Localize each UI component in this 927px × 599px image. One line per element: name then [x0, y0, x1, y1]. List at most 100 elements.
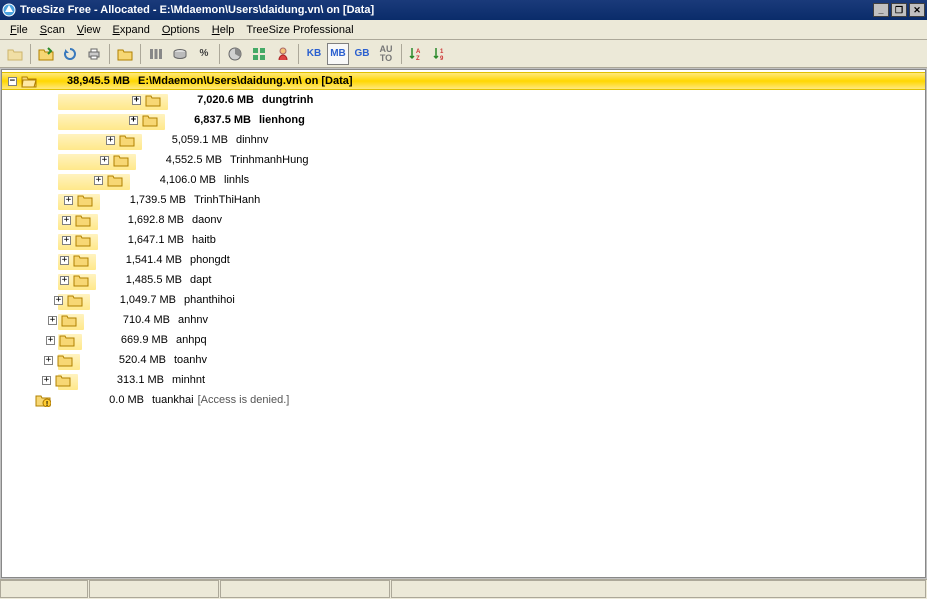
menu-expand[interactable]: Expand — [107, 22, 156, 38]
content-tree[interactable]: − 38,945.5 MB E:\Mdaemon\Users\daidung.v… — [1, 69, 926, 578]
expander-icon[interactable]: + — [44, 356, 53, 365]
expander-icon[interactable]: + — [132, 96, 141, 105]
row-name: TrinhThiHanh — [192, 194, 260, 206]
row-size: 1,485.5 MB — [93, 274, 188, 286]
menu-options[interactable]: Options — [156, 22, 206, 38]
row-name: haitb — [190, 234, 216, 246]
folder-icon — [61, 313, 77, 327]
row-size: 5,059.1 MB — [139, 134, 234, 146]
unit-mb-button[interactable]: MB — [327, 43, 349, 65]
expander-icon[interactable]: + — [106, 136, 115, 145]
tree-row[interactable]: !0.0 MBtuankhai[Access is denied.] — [2, 390, 925, 410]
row-size: 6,837.5 MB — [162, 114, 257, 126]
open-explorer-button[interactable] — [114, 43, 136, 65]
minimize-button[interactable]: _ — [873, 3, 889, 17]
tree-row[interactable]: +1,647.1 MBhaitb — [2, 230, 925, 250]
tree-row[interactable]: +1,485.5 MBdapt — [2, 270, 925, 290]
expander-icon[interactable]: + — [46, 336, 55, 345]
menu-scan[interactable]: Scan — [34, 22, 71, 38]
folder-icon — [73, 273, 89, 287]
folder-warn-icon: ! — [35, 393, 51, 407]
expander-icon[interactable]: + — [42, 376, 51, 385]
folder-icon — [107, 173, 123, 187]
expander-icon[interactable]: + — [64, 196, 73, 205]
root-path: E:\Mdaemon\Users\daidung.vn\ on [Data] — [136, 75, 353, 87]
tree-row[interactable]: +710.4 MBanhnv — [2, 310, 925, 330]
age-button[interactable] — [272, 43, 294, 65]
tree-row[interactable]: +4,552.5 MBTrinhmanhHung — [2, 150, 925, 170]
tree-row[interactable]: +669.9 MBanhpq — [2, 330, 925, 350]
menu-view[interactable]: View — [71, 22, 107, 38]
expander-icon[interactable]: + — [60, 276, 69, 285]
folder-icon — [142, 113, 158, 127]
row-name: phanthihoi — [182, 294, 235, 306]
row-name: toanhv — [172, 354, 207, 366]
menu-pro[interactable]: TreeSize Professional — [240, 22, 359, 38]
expander-icon[interactable]: + — [100, 156, 109, 165]
row-name: daonv — [190, 214, 222, 226]
folder-icon — [59, 333, 75, 347]
tree-row[interactable]: +5,059.1 MBdinhnv — [2, 130, 925, 150]
expander-icon[interactable]: + — [94, 176, 103, 185]
unit-gb-button[interactable]: GB — [351, 43, 373, 65]
tree-row[interactable]: +7,020.6 MBdungtrinh — [2, 90, 925, 110]
row-size: 1,647.1 MB — [95, 234, 190, 246]
svg-text:1: 1 — [440, 49, 444, 55]
open-folder-button[interactable] — [4, 43, 26, 65]
expander-icon[interactable]: − — [8, 77, 17, 86]
menu-help[interactable]: Help — [206, 22, 241, 38]
expander-icon[interactable]: + — [62, 216, 71, 225]
tree-row[interactable]: +4,106.0 MBlinhls — [2, 170, 925, 190]
unit-kb-button[interactable]: KB — [303, 43, 325, 65]
svg-text:Z: Z — [416, 56, 420, 62]
folder-icon — [145, 93, 161, 107]
tree-row[interactable]: +1,739.5 MBTrinhThiHanh — [2, 190, 925, 210]
row-note: [Access is denied.] — [194, 394, 290, 406]
root-row[interactable]: − 38,945.5 MB E:\Mdaemon\Users\daidung.v… — [2, 72, 925, 90]
maximize-button[interactable]: ❐ — [891, 3, 907, 17]
tree-row[interactable]: +1,541.4 MBphongdt — [2, 250, 925, 270]
grid-button[interactable] — [248, 43, 270, 65]
row-name: TrinhmanhHung — [228, 154, 308, 166]
expander-icon[interactable]: + — [48, 316, 57, 325]
columns-button[interactable] — [145, 43, 167, 65]
row-size: 1,692.8 MB — [95, 214, 190, 226]
print-button[interactable] — [83, 43, 105, 65]
chart-pie-button[interactable] — [224, 43, 246, 65]
app-icon — [2, 3, 16, 17]
row-size: 4,106.0 MB — [127, 174, 222, 186]
sort-19-button[interactable]: 19 — [430, 43, 452, 65]
expander-icon[interactable]: + — [60, 256, 69, 265]
row-size: 313.1 MB — [75, 374, 170, 386]
status-seg-2 — [89, 580, 219, 598]
tree-row[interactable]: +1,049.7 MBphanthihoi — [2, 290, 925, 310]
folder-icon — [119, 133, 135, 147]
expander-icon[interactable]: + — [54, 296, 63, 305]
folder-icon — [113, 153, 129, 167]
folder-icon — [55, 373, 71, 387]
toolbar: % KB MB GB AU TO AZ 19 — [0, 40, 927, 68]
folder-icon — [75, 233, 91, 247]
row-name: dapt — [188, 274, 211, 286]
tree-row[interactable]: +6,837.5 MBlienhong — [2, 110, 925, 130]
row-name: minhnt — [170, 374, 205, 386]
close-button[interactable]: ✕ — [909, 3, 925, 17]
root-size: 38,945.5 MB — [41, 75, 136, 87]
expander-icon[interactable]: + — [62, 236, 71, 245]
tree-row[interactable]: +520.4 MBtoanhv — [2, 350, 925, 370]
folder-icon — [75, 213, 91, 227]
row-size: 7,020.6 MB — [165, 94, 260, 106]
percent-button[interactable]: % — [193, 43, 215, 65]
expander-icon[interactable]: + — [129, 116, 138, 125]
row-name: anhnv — [176, 314, 208, 326]
unit-auto-button[interactable]: AU TO — [375, 43, 397, 65]
sort-az-button[interactable]: AZ — [406, 43, 428, 65]
scan-button[interactable] — [35, 43, 57, 65]
disk-button[interactable] — [169, 43, 191, 65]
folder-open-icon — [21, 74, 37, 88]
menu-file[interactable]: File — [4, 22, 34, 38]
refresh-button[interactable] — [59, 43, 81, 65]
tree-row[interactable]: +313.1 MBminhnt — [2, 370, 925, 390]
row-size: 1,541.4 MB — [93, 254, 188, 266]
tree-row[interactable]: +1,692.8 MBdaonv — [2, 210, 925, 230]
